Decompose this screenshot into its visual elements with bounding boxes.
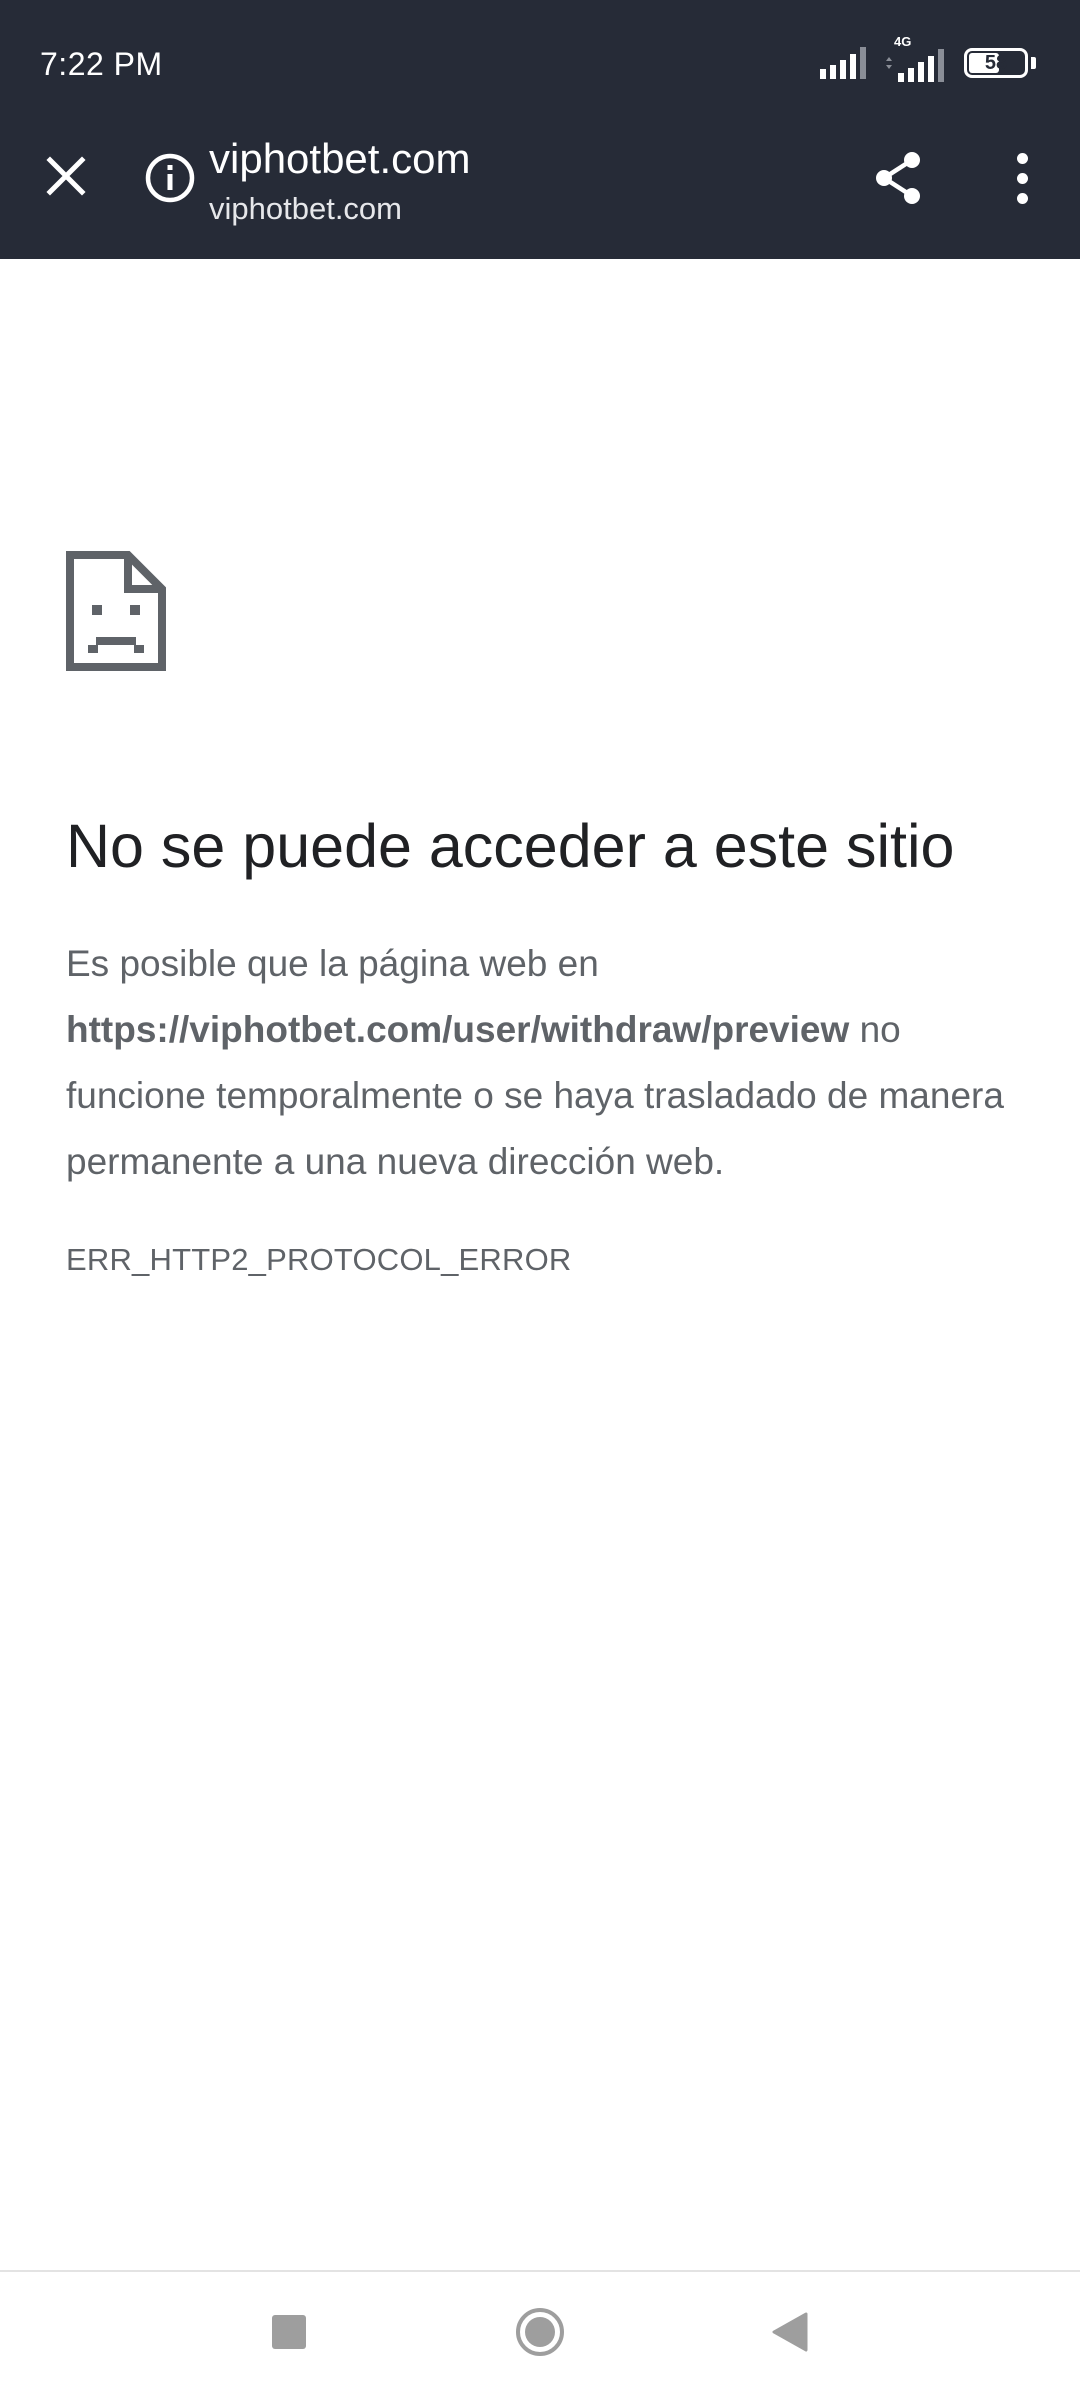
close-button[interactable]: [36, 146, 96, 206]
signal-strength-icon: [820, 47, 866, 79]
status-icons: 4G 58: [818, 35, 1036, 86]
status-time: 7:22 PM: [40, 46, 163, 82]
mobile-data-indicator: 4G: [884, 35, 950, 83]
more-vert-icon: [1016, 152, 1028, 164]
error-code[interactable]: ERR_HTTP2_PROTOCOL_ERROR: [66, 1238, 572, 1282]
more-vert-icon-dot: [1016, 172, 1028, 184]
more-vert-icon-dot: [1016, 192, 1028, 204]
back-icon[interactable]: [770, 2310, 810, 2354]
share-icon: [876, 152, 920, 204]
site-info-button[interactable]: [142, 150, 198, 206]
error-description-prefix: Es posible que la página web en: [66, 943, 599, 984]
home-icon[interactable]: [514, 2306, 566, 2358]
error-heading: No se puede acceder a este sitio: [66, 812, 955, 880]
browser-chrome: 7:22 PM 4G 58 viphotbet.com viphotbet.co…: [0, 0, 1080, 259]
info-icon: [145, 153, 195, 203]
battery-icon: 58: [964, 48, 1028, 78]
more-options-button[interactable]: [1002, 146, 1042, 210]
share-button[interactable]: [866, 146, 930, 210]
close-icon: [46, 156, 86, 196]
sad-page-icon: [66, 551, 166, 671]
signal-strength-icon-secondary: [886, 49, 944, 82]
system-navigation-bar: [0, 2272, 1080, 2400]
error-description: Es posible que la página web en https://v…: [66, 931, 1026, 1195]
error-url: https://viphotbet.com/user/withdraw/prev…: [66, 1009, 850, 1050]
recents-icon[interactable]: [272, 2315, 306, 2349]
page-title: viphotbet.com: [209, 135, 471, 182]
battery-level: 58: [984, 52, 1008, 74]
battery-cap: [1031, 57, 1036, 69]
page-url: viphotbet.com: [209, 191, 402, 226]
